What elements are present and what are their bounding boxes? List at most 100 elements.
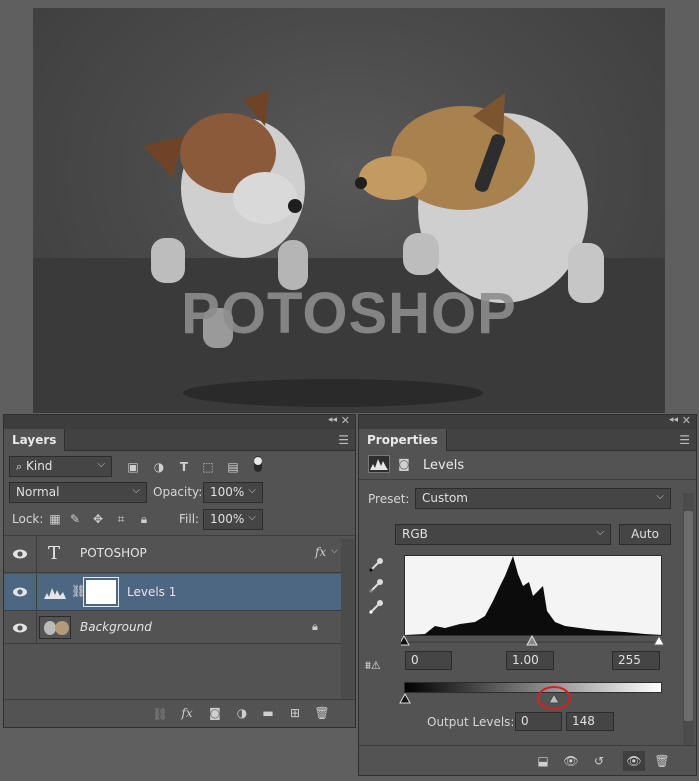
properties-bottom-toolbar: ⬓ 👁︎ ↺ 👁︎ 🗑︎: [359, 745, 696, 775]
input-levels-slider[interactable]: [401, 634, 665, 648]
clip-to-layer-icon[interactable]: ⬓: [535, 753, 551, 769]
input-white-handle[interactable]: [653, 634, 665, 646]
preset-dropdown[interactable]: Custom ⌵: [415, 488, 671, 509]
new-adjustment-icon[interactable]: ◑: [234, 705, 250, 721]
layer-row-levels[interactable]: ⛓︎ Levels 1: [4, 574, 342, 611]
collapse-panel-icon[interactable]: ◂◂: [669, 415, 678, 425]
fx-badge-icon[interactable]: fx: [315, 545, 326, 559]
histogram: [404, 555, 662, 636]
input-black-field[interactable]: 0: [405, 651, 452, 670]
scrollbar-thumb[interactable]: [684, 511, 693, 721]
preset-label: Preset:: [368, 492, 410, 506]
properties-tabbar: Properties ☰: [359, 429, 696, 451]
preset-value: Custom: [422, 491, 468, 505]
photo-dogs: [33, 90, 665, 413]
properties-panel: ◂◂ ✕ Properties ☰ ◙ Levels Preset: Custo…: [358, 414, 697, 776]
input-white-value: 255: [618, 653, 641, 667]
input-gamma-field[interactable]: 1.00: [506, 651, 554, 670]
close-panel-icon[interactable]: ✕: [341, 414, 350, 427]
tab-layers[interactable]: Layers: [4, 429, 66, 451]
layer-row-background[interactable]: Background 🔒︎: [4, 612, 342, 644]
properties-title: Levels: [423, 458, 465, 473]
lock-transparent-icon[interactable]: ▦: [47, 511, 63, 527]
layer-mask-thumbnail[interactable]: [83, 577, 119, 607]
filter-pixel-icon[interactable]: ▣: [125, 459, 141, 475]
opacity-field[interactable]: 100% ⌵: [203, 482, 263, 503]
layer-name[interactable]: POTOSHOP: [80, 546, 147, 560]
auto-button[interactable]: Auto: [619, 524, 671, 545]
new-group-folder-icon[interactable]: ▬: [260, 705, 276, 721]
new-layer-icon[interactable]: ⊞: [287, 705, 303, 721]
filter-smartobject-icon[interactable]: ▤: [225, 459, 241, 475]
white-point-eyedropper-icon[interactable]: [368, 599, 384, 615]
input-black-value: 0: [411, 653, 419, 667]
layers-panel-topbar: ◂◂ ✕: [4, 414, 355, 429]
chevron-down-icon: ⌵: [596, 527, 604, 538]
chevron-down-icon[interactable]: ⌵: [331, 546, 338, 556]
fill-value: 100%: [210, 512, 245, 526]
blend-mode-dropdown[interactable]: Normal ⌵: [9, 482, 147, 503]
output-black-handle[interactable]: [399, 692, 411, 704]
input-gamma-handle[interactable]: [526, 634, 538, 646]
panel-menu-icon[interactable]: ☰: [338, 433, 349, 447]
fill-field[interactable]: 100% ⌵: [203, 509, 263, 530]
auto-button-label: Auto: [631, 527, 659, 541]
opacity-value: 100%: [210, 485, 245, 499]
lock-all-icon[interactable]: 🔒︎: [136, 511, 152, 527]
lock-label: Lock:: [12, 512, 44, 526]
properties-scrollbar[interactable]: [683, 493, 694, 745]
clipping-warning-icon[interactable]: ⩩⚠: [365, 659, 381, 673]
lock-position-icon[interactable]: ✥: [90, 511, 106, 527]
lock-artboard-icon[interactable]: ⌗: [113, 511, 129, 527]
eye-icon[interactable]: [12, 620, 28, 636]
eye-icon[interactable]: [12, 584, 28, 600]
lock-icon: 🔒︎: [312, 620, 318, 633]
output-white-field[interactable]: 148: [566, 712, 614, 731]
gray-point-eyedropper-icon[interactable]: [368, 578, 384, 594]
lock-image-icon[interactable]: ✎: [67, 511, 83, 527]
layer-name[interactable]: Levels 1: [127, 585, 176, 599]
tab-properties[interactable]: Properties: [359, 429, 447, 451]
output-levels-slider[interactable]: [397, 686, 617, 710]
chevron-down-icon: ⌵: [97, 459, 105, 470]
filter-toggle-icon[interactable]: [250, 456, 266, 472]
delete-adjustment-trash-icon[interactable]: 🗑︎: [654, 753, 670, 769]
layer-row-text[interactable]: T POTOSHOP fx ⌵: [4, 536, 342, 573]
view-previous-state-icon[interactable]: 👁︎: [563, 753, 579, 769]
layer-style-fx-icon[interactable]: fx: [179, 705, 195, 721]
collapse-panel-icon[interactable]: ◂◂: [328, 415, 337, 425]
document-canvas[interactable]: POTOSHOP: [33, 8, 665, 413]
opacity-label: Opacity:: [153, 485, 203, 499]
channel-dropdown[interactable]: RGB ⌵: [395, 524, 611, 545]
reset-icon[interactable]: ↺: [591, 753, 607, 769]
mask-properties-icon[interactable]: ◙: [396, 456, 412, 472]
levels-adjustment-icon[interactable]: [368, 455, 390, 473]
add-mask-icon[interactable]: ◙: [207, 705, 223, 721]
link-layers-icon[interactable]: ⛓︎: [152, 706, 168, 722]
layers-panel: ◂◂ ✕ Layers ☰ ⌕ Kind ⌵ ▣ ◑ T ⬚ ▤ Normal …: [3, 414, 356, 728]
layers-scrollbar[interactable]: [341, 539, 355, 699]
output-black-field[interactable]: 0: [515, 712, 562, 731]
delete-layer-trash-icon[interactable]: 🗑︎: [314, 705, 330, 721]
filter-type-icon[interactable]: T: [176, 459, 192, 475]
eye-icon[interactable]: [12, 546, 28, 562]
layer-thumbnail: [39, 616, 71, 639]
visibility-toggle-icon[interactable]: 👁︎: [623, 751, 645, 771]
black-point-eyedropper-icon[interactable]: [368, 557, 384, 573]
panel-menu-icon[interactable]: ☰: [679, 433, 690, 447]
output-white-value: 148: [572, 714, 595, 728]
layers-bottom-toolbar: ⛓︎ fx ◙ ◑ ▬ ⊞ 🗑︎: [4, 699, 355, 727]
input-white-field[interactable]: 255: [612, 651, 660, 670]
fill-label: Fill:: [179, 512, 200, 526]
filter-adjustment-icon[interactable]: ◑: [151, 459, 167, 475]
filter-kind-dropdown[interactable]: ⌕ Kind ⌵: [9, 456, 112, 477]
divider: [36, 574, 37, 610]
input-gamma-value: 1.00: [512, 653, 539, 667]
divider: [359, 479, 696, 480]
filter-shape-icon[interactable]: ⬚: [200, 459, 216, 475]
output-white-handle[interactable]: [548, 692, 560, 704]
text-layer-icon: T: [48, 543, 61, 564]
close-panel-icon[interactable]: ✕: [682, 414, 691, 427]
layer-name[interactable]: Background: [80, 620, 152, 634]
input-black-handle[interactable]: [401, 634, 410, 646]
